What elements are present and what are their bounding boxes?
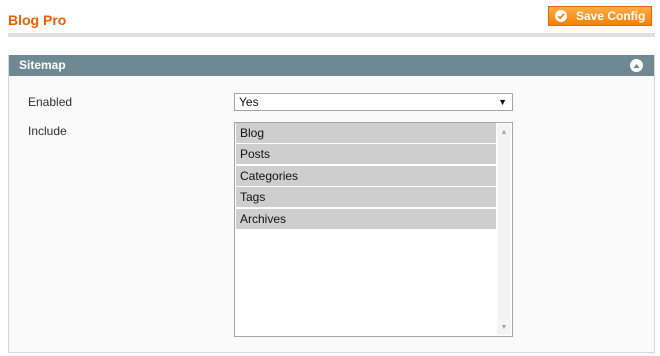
checkmark-icon — [555, 10, 567, 22]
enabled-select-value: Yes — [239, 95, 259, 109]
section-title: Sitemap — [19, 58, 66, 72]
include-label: Include — [28, 124, 67, 138]
sitemap-section: Sitemap Enabled Yes ▼ Include Blog Posts… — [8, 55, 655, 353]
scroll-down-icon[interactable]: ▼ — [497, 321, 511, 333]
save-config-button[interactable]: Save Config — [548, 6, 652, 26]
include-multiselect[interactable]: Blog Posts Categories Tags Archives ▲ ▼ — [234, 122, 513, 337]
enabled-label: Enabled — [28, 95, 73, 109]
page-title: Blog Pro — [8, 12, 67, 28]
include-option-tags[interactable]: Tags — [236, 187, 496, 208]
scrollbar[interactable]: ▲ ▼ — [497, 124, 511, 335]
include-option-blog[interactable]: Blog — [236, 123, 496, 144]
include-option-posts[interactable]: Posts — [236, 144, 496, 165]
dropdown-arrow-icon: ▼ — [498, 97, 507, 107]
enabled-select[interactable]: Yes ▼ — [234, 93, 513, 111]
scroll-up-icon[interactable]: ▲ — [497, 126, 511, 138]
title-divider — [8, 33, 655, 37]
include-option-categories[interactable]: Categories — [236, 166, 496, 187]
include-option-archives[interactable]: Archives — [236, 209, 496, 230]
sitemap-section-header[interactable]: Sitemap — [9, 55, 654, 76]
page: Blog Pro Save Config Sitemap Enabled Yes… — [0, 0, 660, 356]
save-config-label: Save Config — [576, 9, 646, 23]
collapse-up-icon[interactable] — [630, 59, 643, 72]
